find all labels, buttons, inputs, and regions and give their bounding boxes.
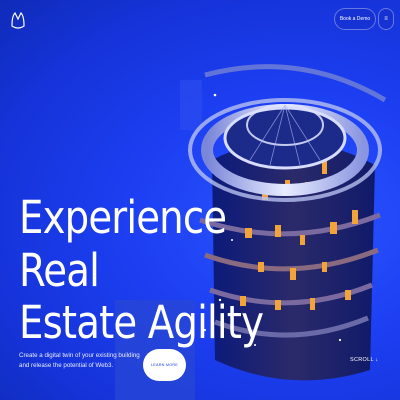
menu-icon: ≡ [384, 16, 388, 22]
headline-line-1: Experience Real [19, 191, 227, 297]
book-demo-button[interactable]: Book a Demo [334, 8, 376, 30]
hero-headline: Experience Real Estate Agility [19, 191, 277, 350]
headline-line-2: Estate Agility [19, 296, 264, 350]
logo-icon [11, 11, 25, 29]
learn-more-button[interactable]: LEARN MORE [143, 349, 186, 381]
scroll-indicator[interactable]: SCROLL ↓ [350, 357, 378, 363]
brand-logo[interactable] [10, 10, 26, 30]
menu-button[interactable]: ≡ [378, 8, 394, 30]
hero-subtext: Create a digital twin of your existing b… [19, 352, 140, 369]
